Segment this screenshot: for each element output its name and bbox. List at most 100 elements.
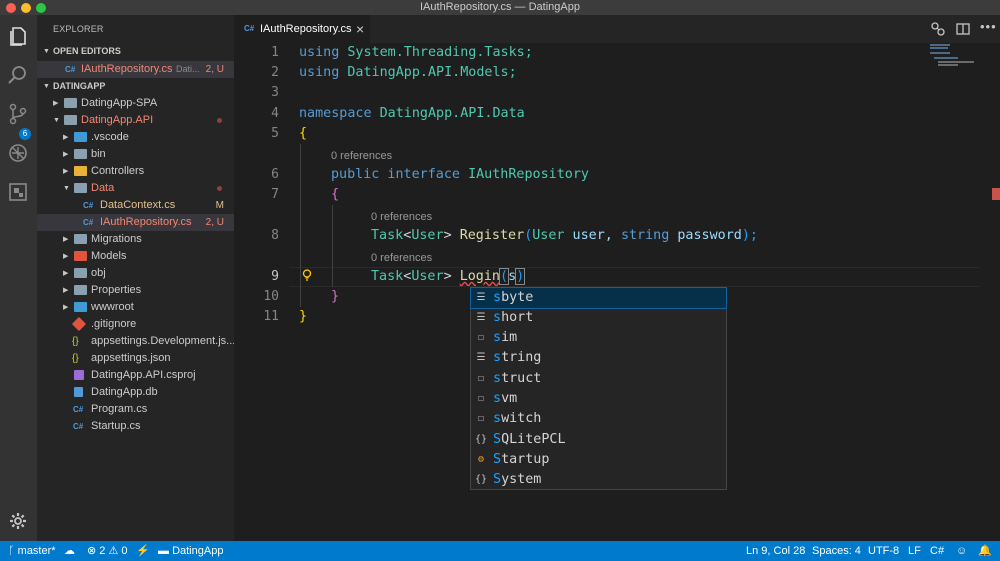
suggestion-item[interactable]: ☐ struct (471, 369, 726, 389)
tree-item-obj[interactable]: ▶ obj (37, 265, 234, 282)
tree-item-bin[interactable]: ▶ bin (37, 146, 234, 163)
folder-icon (64, 98, 77, 108)
tree-item-gitignore[interactable]: .gitignore (37, 316, 234, 333)
code-line-9: Task<User> Login(s) (371, 268, 526, 285)
tree-item-migrations[interactable]: ▶ Migrations (37, 231, 234, 248)
suggestion-item[interactable]: ☐ switch (471, 409, 726, 429)
codelens-references[interactable]: 0 references (371, 209, 432, 225)
project-section[interactable]: ▼ DATINGAPP (37, 78, 234, 95)
scrollbar-error-marker[interactable] (992, 188, 1000, 200)
minimap[interactable] (928, 43, 988, 83)
line-number: 8 (271, 228, 279, 243)
more-actions-icon[interactable]: ••• (980, 19, 997, 34)
zoom-window-button[interactable] (36, 3, 46, 13)
code-line-11: } (299, 309, 308, 324)
source-control-icon[interactable] (7, 103, 29, 125)
tree-item-controllers[interactable]: ▶ Controllers (37, 163, 234, 180)
tree-item-datingapp-spa[interactable]: ▶ DatingApp-SPA (37, 95, 234, 112)
suggestion-item[interactable]: ☐ sim (471, 328, 726, 348)
tree-item-label: Data (91, 182, 115, 194)
tree-item-label: IAuthRepository.cs (100, 216, 192, 228)
encoding[interactable]: UTF-8 (868, 541, 899, 561)
error-dot (217, 118, 222, 123)
sync-icon[interactable]: ☁ (64, 541, 75, 561)
problems-indicator[interactable]: ⊗ 2 ⚠ 0 (87, 541, 128, 561)
tab-iauthrepository[interactable]: C# IAuthRepository.cs × (234, 15, 370, 43)
tree-item-wwwroot[interactable]: ▶ wwwroot (37, 299, 234, 316)
indentation[interactable]: Spaces: 4 (812, 541, 861, 561)
search-icon[interactable] (7, 64, 29, 86)
cursor-position[interactable]: Ln 9, Col 28 (746, 541, 805, 561)
snippet-icon: ☐ (477, 393, 485, 404)
explorer-icon[interactable] (7, 25, 29, 47)
suggestion-item[interactable]: ☐ svm (471, 389, 726, 409)
settings-gear-icon[interactable] (7, 511, 29, 533)
activity-bar: 6 (0, 15, 37, 541)
namespace-icon: {} (475, 474, 488, 485)
suggestion-item[interactable]: {} SQLitePCL (471, 430, 726, 450)
lightbulb-icon[interactable] (302, 266, 312, 285)
vscode-window: IAuthRepository.cs — DatingApp 6 EXPLORE… (0, 0, 1000, 561)
tree-item-datacontext[interactable]: C# DataContext.cs M (37, 197, 234, 214)
snippet-icon: ☐ (477, 373, 485, 384)
tree-item-appsettings[interactable]: {} appsettings.json (37, 350, 234, 367)
code-line-2: using DatingApp.API.Models; (299, 65, 517, 80)
line-ending[interactable]: LF (908, 541, 921, 561)
chevron-right-icon: ▶ (63, 236, 69, 243)
line-number: 10 (263, 289, 279, 304)
notifications-icon[interactable]: 🔔 (978, 541, 992, 561)
suggestion-item[interactable]: ☰ short (471, 308, 726, 328)
split-editor-icon[interactable] (955, 21, 971, 42)
folder-label: DatingApp (172, 545, 224, 557)
tree-item-models[interactable]: ▶ Models (37, 248, 234, 265)
tree-item-db[interactable]: DatingApp.db (37, 384, 234, 401)
feedback-icon[interactable]: ☺ (956, 541, 967, 561)
tree-item-data[interactable]: ▼ Data (37, 180, 234, 197)
explorer-sidebar: EXPLORER ▼ OPEN EDITORS C# IAuthReposito… (37, 15, 234, 541)
open-changes-icon[interactable] (930, 21, 946, 42)
tree-item-vscode[interactable]: ▶ .vscode (37, 129, 234, 146)
warning-count: 0 (121, 545, 128, 557)
tree-item-appsettings-dev[interactable]: {} appsettings.Development.js... (37, 333, 234, 350)
tree-item-csproj[interactable]: DatingApp.API.csproj (37, 367, 234, 384)
open-editors-section[interactable]: ▼ OPEN EDITORS (37, 43, 234, 60)
suggestion-item[interactable]: ⚙ Startup (471, 450, 726, 470)
language-mode[interactable]: C# (930, 541, 944, 561)
tree-item-iauthrepository[interactable]: C# IAuthRepository.cs 2, U (37, 214, 234, 231)
folder-icon (74, 234, 87, 244)
tree-item-program[interactable]: C# Program.cs (37, 401, 234, 418)
tree-item-label: .vscode (91, 131, 129, 143)
editor-tab-bar: C# IAuthRepository.cs × ••• (234, 15, 1000, 43)
open-editor-badge: 2, U (205, 64, 224, 75)
class-icon: ⚙ (477, 454, 485, 465)
warning-icon: ⚠ (108, 545, 119, 557)
code-line-6: public interface IAuthRepository (331, 167, 589, 182)
close-window-button[interactable] (6, 3, 16, 13)
error-icon: ⊗ (87, 545, 97, 557)
snippet-icon: ☐ (477, 332, 485, 343)
suggestion-item[interactable]: {} System (471, 470, 726, 490)
extensions-icon[interactable] (7, 181, 29, 203)
suggestion-item[interactable]: ☰ sbyte (470, 287, 727, 309)
tree-item-label: Models (91, 250, 127, 262)
chevron-right-icon: ▶ (63, 168, 69, 175)
folder-indicator[interactable]: ▬ DatingApp (158, 541, 223, 561)
suggestion-item[interactable]: ☰ string (471, 348, 726, 368)
minimize-window-button[interactable] (21, 3, 31, 13)
open-editor-item[interactable]: C# IAuthRepository.cs Dati... 2, U (37, 61, 234, 78)
chevron-down-icon: ▼ (63, 185, 70, 192)
git-branch[interactable]: ᚴ master* (8, 541, 56, 561)
error-badge: 2, U (205, 217, 224, 228)
debug-icon[interactable] (7, 142, 29, 164)
file-icon (74, 387, 83, 397)
tree-item-datingapp-api[interactable]: ▼ DatingApp.API (37, 112, 234, 129)
tree-item-label: DatingApp.API (81, 114, 154, 126)
json-file-icon: {} (72, 353, 79, 364)
live-share-icon[interactable]: ⚡ (136, 541, 150, 561)
close-tab-icon[interactable]: × (356, 15, 364, 43)
branch-icon: ᚴ (8, 545, 18, 557)
codelens-references[interactable]: 0 references (331, 148, 392, 164)
tree-item-properties[interactable]: ▶ Properties (37, 282, 234, 299)
tree-item-startup[interactable]: C# Startup.cs (37, 418, 234, 435)
codelens-references[interactable]: 0 references (371, 250, 432, 266)
